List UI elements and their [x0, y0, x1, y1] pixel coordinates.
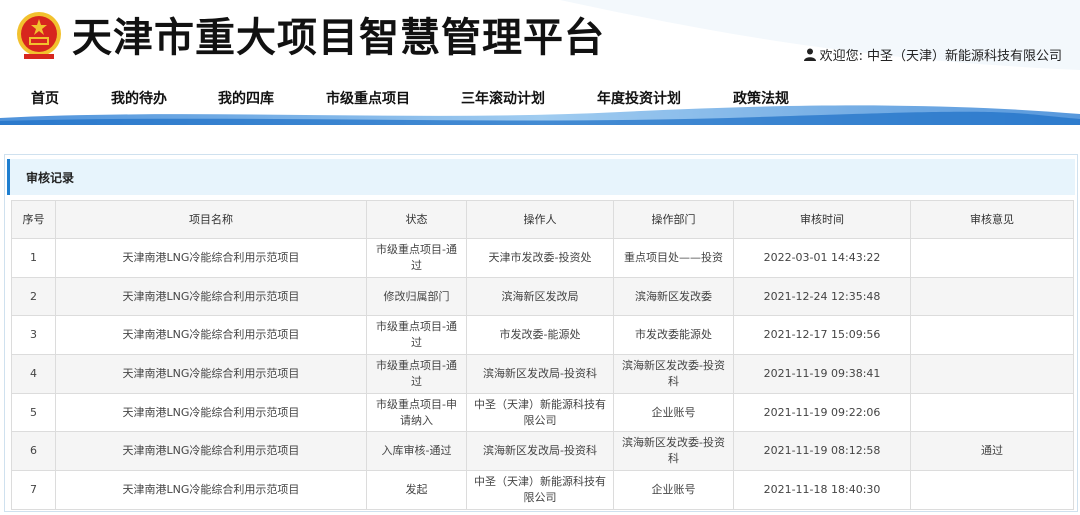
welcome-area: 欢迎您: 中圣（天津）新能源科技有限公司	[803, 45, 1062, 64]
cell-time: 2021-11-18 18:40:30	[733, 470, 911, 510]
cell-operator: 滨海新区发改局-投资科	[466, 354, 614, 394]
cell-opinion	[910, 392, 1074, 433]
nav-item-annual-investment-plan[interactable]: 年度投资计划	[597, 88, 681, 108]
nav-item-policies[interactable]: 政策法规	[733, 88, 789, 108]
cell-opinion: 通过	[910, 431, 1074, 472]
review-records-panel: 审核记录 序号 项目名称 状态 操作人 操作部门 审核时间 审核意见 1 天津南…	[4, 154, 1078, 512]
cell-status: 修改归属部门	[366, 276, 467, 317]
cell-dept: 滨海新区发改委	[613, 276, 734, 317]
cell-project: 天津南港LNG冷能综合利用示范项目	[55, 276, 367, 317]
cell-operator: 中圣（天津）新能源科技有限公司	[466, 470, 614, 510]
table-row: 2 天津南港LNG冷能综合利用示范项目 修改归属部门 滨海新区发改局 滨海新区发…	[11, 276, 1074, 317]
cell-no: 6	[11, 431, 56, 472]
table-header-row: 序号 项目名称 状态 操作人 操作部门 审核时间 审核意见	[11, 200, 1074, 239]
column-header-time: 审核时间	[733, 200, 911, 239]
cell-dept: 企业账号	[613, 470, 734, 510]
cell-time: 2022-03-01 14:43:22	[733, 238, 911, 278]
cell-operator: 中圣（天津）新能源科技有限公司	[466, 392, 614, 433]
cell-operator: 滨海新区发改局	[466, 276, 614, 317]
cell-no: 1	[11, 238, 56, 278]
cell-time: 2021-11-19 09:38:41	[733, 354, 911, 394]
review-records-table: 序号 项目名称 状态 操作人 操作部门 审核时间 审核意见 1 天津南港LNG冷…	[11, 200, 1074, 510]
cell-status: 市级重点项目-通过	[366, 354, 467, 394]
column-header-opinion: 审核意见	[910, 200, 1074, 239]
cell-project: 天津南港LNG冷能综合利用示范项目	[55, 470, 367, 510]
cell-project: 天津南港LNG冷能综合利用示范项目	[55, 354, 367, 394]
table-row: 7 天津南港LNG冷能综合利用示范项目 发起 中圣（天津）新能源科技有限公司 企…	[11, 470, 1074, 510]
cell-project: 天津南港LNG冷能综合利用示范项目	[55, 392, 367, 433]
welcome-label: 欢迎您:	[819, 49, 863, 64]
user-name[interactable]: 中圣（天津）新能源科技有限公司	[867, 45, 1062, 64]
nav-item-home[interactable]: 首页	[31, 88, 59, 108]
national-emblem-icon	[17, 12, 61, 59]
nav-item-three-year-plan[interactable]: 三年滚动计划	[461, 88, 545, 108]
cell-no: 7	[11, 470, 56, 510]
panel-header: 审核记录	[7, 159, 1075, 195]
user-icon	[803, 48, 816, 61]
cell-no: 5	[11, 392, 56, 433]
main-nav: 首页 我的待办 我的四库 市级重点项目 三年滚动计划 年度投资计划 政策法规	[0, 82, 1080, 114]
table-row: 5 天津南港LNG冷能综合利用示范项目 市级重点项目-申请纳入 中圣（天津）新能…	[11, 392, 1074, 433]
cell-status: 市级重点项目-通过	[366, 238, 467, 278]
nav-item-my-four-libraries[interactable]: 我的四库	[218, 88, 274, 108]
cell-project: 天津南港LNG冷能综合利用示范项目	[55, 315, 367, 356]
cell-dept: 滨海新区发改委-投资科	[613, 354, 734, 394]
table-row: 4 天津南港LNG冷能综合利用示范项目 市级重点项目-通过 滨海新区发改局-投资…	[11, 354, 1074, 394]
cell-project: 天津南港LNG冷能综合利用示范项目	[55, 238, 367, 278]
cell-operator: 滨海新区发改局-投资科	[466, 431, 614, 472]
cell-opinion	[910, 354, 1074, 394]
cell-status: 市级重点项目-通过	[366, 315, 467, 356]
cell-no: 2	[11, 276, 56, 317]
table-row: 6 天津南港LNG冷能综合利用示范项目 入库审核-通过 滨海新区发改局-投资科 …	[11, 431, 1074, 472]
cell-project: 天津南港LNG冷能综合利用示范项目	[55, 431, 367, 472]
column-header-dept: 操作部门	[613, 200, 734, 239]
column-header-project: 项目名称	[55, 200, 367, 239]
cell-status: 发起	[366, 470, 467, 510]
cell-opinion	[910, 315, 1074, 356]
header: 天津市重大项目智慧管理平台 欢迎您: 中圣（天津）新能源科技有限公司 首页 我的…	[0, 0, 1080, 125]
cell-dept: 重点项目处——投资	[613, 238, 734, 278]
cell-opinion	[910, 238, 1074, 278]
cell-dept: 企业账号	[613, 392, 734, 433]
cell-operator: 天津市发改委-投资处	[466, 238, 614, 278]
cell-time: 2021-12-24 12:35:48	[733, 276, 911, 317]
column-header-operator: 操作人	[466, 200, 614, 239]
cell-operator: 市发改委-能源处	[466, 315, 614, 356]
cell-time: 2021-11-19 08:12:58	[733, 431, 911, 472]
nav-item-city-key-projects[interactable]: 市级重点项目	[326, 88, 410, 108]
table-row: 3 天津南港LNG冷能综合利用示范项目 市级重点项目-通过 市发改委-能源处 市…	[11, 315, 1074, 356]
cell-time: 2021-11-19 09:22:06	[733, 392, 911, 433]
cell-status: 入库审核-通过	[366, 431, 467, 472]
cell-dept: 市发改委能源处	[613, 315, 734, 356]
cell-opinion	[910, 470, 1074, 510]
nav-item-my-todo[interactable]: 我的待办	[111, 88, 167, 108]
cell-status: 市级重点项目-申请纳入	[366, 392, 467, 433]
site-title: 天津市重大项目智慧管理平台	[72, 15, 605, 61]
cell-no: 3	[11, 315, 56, 356]
table-row: 1 天津南港LNG冷能综合利用示范项目 市级重点项目-通过 天津市发改委-投资处…	[11, 238, 1074, 278]
cell-time: 2021-12-17 15:09:56	[733, 315, 911, 356]
column-header-status: 状态	[366, 200, 467, 239]
cell-no: 4	[11, 354, 56, 394]
cell-opinion	[910, 276, 1074, 317]
cell-dept: 滨海新区发改委-投资科	[613, 431, 734, 472]
panel-title: 审核记录	[26, 171, 75, 185]
column-header-no: 序号	[11, 200, 56, 239]
